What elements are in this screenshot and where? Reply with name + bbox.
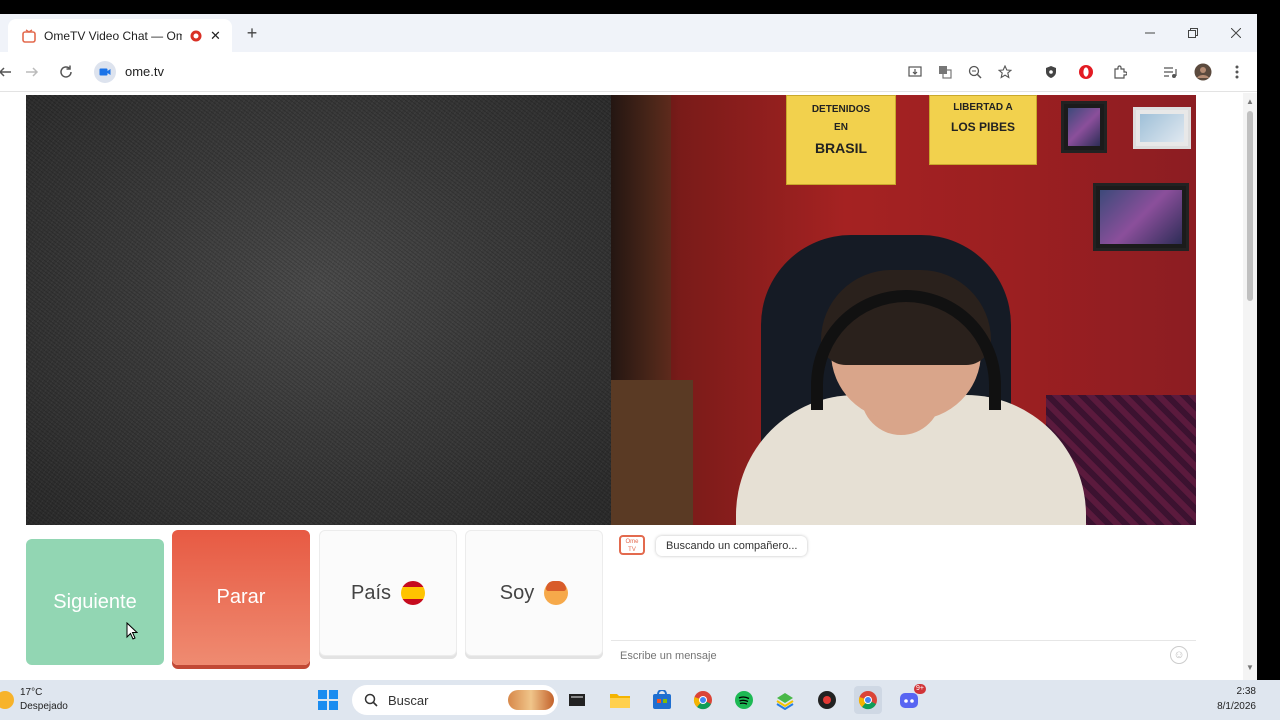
gender-label: Soy bbox=[499, 581, 535, 604]
poster-right-line-2: LOS PIBES bbox=[950, 120, 1015, 134]
weather-temp: 17°C bbox=[20, 687, 43, 698]
tab-title: OmeTV Video Chat — Ome bbox=[44, 28, 182, 43]
reload-icon[interactable] bbox=[55, 61, 77, 83]
close-window-icon[interactable] bbox=[1224, 22, 1248, 44]
restore-icon[interactable] bbox=[1181, 22, 1205, 44]
chat-panel: Ome TV Buscando un compañero... ☺ bbox=[611, 530, 1196, 680]
address-bar[interactable]: ome.tv bbox=[90, 56, 1022, 88]
bookmark-star-icon[interactable] bbox=[994, 61, 1016, 83]
media-control-icon[interactable] bbox=[1159, 61, 1181, 83]
back-icon[interactable] bbox=[0, 61, 16, 83]
url-text[interactable]: ome.tv bbox=[125, 64, 164, 79]
spotify-icon[interactable] bbox=[730, 686, 758, 714]
poster-left-line-3: BRASIL bbox=[814, 140, 868, 156]
wall-photo bbox=[1093, 183, 1189, 251]
page-viewport: DETENIDOS EN BRASIL LIBERTAD A LOS PIBES bbox=[0, 93, 1257, 680]
forward-icon[interactable] bbox=[21, 61, 43, 83]
scroll-up-icon[interactable]: ▲ bbox=[1245, 97, 1255, 107]
search-highlight-image bbox=[508, 690, 554, 710]
scroll-thumb[interactable] bbox=[1247, 111, 1253, 301]
system-clock[interactable]: 2:38 8/1/2026 bbox=[1217, 684, 1256, 714]
gender-button[interactable]: Soy bbox=[465, 530, 603, 656]
wall-photo bbox=[1133, 107, 1191, 149]
opera-extension-icon[interactable] bbox=[1075, 61, 1097, 83]
stop-button[interactable]: Parar bbox=[172, 530, 310, 665]
message-input[interactable] bbox=[611, 640, 1196, 670]
next-button[interactable]: Siguiente bbox=[26, 539, 164, 665]
spain-flag-icon bbox=[401, 581, 426, 605]
poster-right-line-1: LIBERTAD A bbox=[953, 102, 1013, 113]
browser-menu-icon[interactable] bbox=[1226, 61, 1248, 83]
poster-left-line-1: DETENIDOS bbox=[811, 104, 871, 115]
weather-desc: Despejado bbox=[20, 701, 68, 712]
site-camera-icon[interactable] bbox=[94, 61, 116, 83]
new-tab-button[interactable]: + bbox=[243, 24, 261, 42]
translate-icon[interactable] bbox=[934, 61, 956, 83]
discord-icon[interactable]: 9+ bbox=[896, 684, 926, 714]
emoji-icon[interactable]: ☺ bbox=[1170, 646, 1188, 664]
weather-text: 17°C Despejado bbox=[20, 686, 68, 714]
screen: OmeTV Video Chat — Ome ✕ + ome.tv DETENI… bbox=[0, 0, 1280, 720]
task-view-icon[interactable] bbox=[563, 686, 591, 714]
poster-right: LIBERTAD A LOS PIBES bbox=[929, 95, 1037, 165]
profile-avatar-icon[interactable] bbox=[1192, 61, 1214, 83]
desk bbox=[611, 380, 693, 525]
search-icon bbox=[364, 693, 378, 707]
zoom-icon[interactable] bbox=[964, 61, 986, 83]
country-button[interactable]: País bbox=[319, 530, 457, 656]
bluestacks-icon[interactable] bbox=[771, 686, 799, 714]
chrome-icon[interactable] bbox=[689, 686, 717, 714]
next-label: Siguiente bbox=[53, 590, 137, 613]
shield-extension-icon[interactable] bbox=[1040, 61, 1062, 83]
chrome-active-icon[interactable] bbox=[854, 686, 882, 714]
scroll-down-icon[interactable]: ▼ bbox=[1245, 663, 1255, 673]
ometv-logo: Ome TV bbox=[619, 535, 645, 555]
mouse-cursor-icon bbox=[126, 622, 138, 640]
clock-date: 8/1/2026 bbox=[1217, 701, 1256, 712]
file-explorer-icon[interactable] bbox=[606, 686, 634, 714]
taskbar-search[interactable]: Buscar bbox=[352, 685, 558, 715]
install-app-icon[interactable] bbox=[904, 61, 926, 83]
recording-icon bbox=[190, 30, 202, 42]
browser-toolbar: ome.tv bbox=[0, 52, 1257, 92]
tab-close-icon[interactable]: ✕ bbox=[210, 28, 221, 44]
video-noise bbox=[26, 95, 611, 525]
remote-video-feed: DETENIDOS EN BRASIL LIBERTAD A LOS PIBES bbox=[611, 95, 1196, 525]
chat-controls: Siguiente Parar País Soy bbox=[0, 530, 611, 670]
wall-photo bbox=[1061, 101, 1107, 153]
chat-status-message: Buscando un compañero... bbox=[656, 536, 808, 556]
search-label: Buscar bbox=[388, 692, 429, 708]
app-store-icon[interactable] bbox=[648, 686, 676, 714]
poster-left-line-2: EN bbox=[834, 122, 848, 133]
recording-app-icon[interactable] bbox=[813, 686, 841, 714]
extensions-puzzle-icon[interactable] bbox=[1109, 61, 1131, 83]
local-video-feed bbox=[26, 95, 611, 525]
tab-strip: OmeTV Video Chat — Ome ✕ + bbox=[0, 14, 1257, 52]
windows-taskbar: 17°C Despejado Buscar 9+ 2:38 8/1/2026 bbox=[0, 680, 1280, 720]
browser-window: OmeTV Video Chat — Ome ✕ + ome.tv DETENI… bbox=[0, 14, 1257, 680]
minimize-icon[interactable] bbox=[1138, 22, 1162, 44]
moon-weather-icon bbox=[0, 691, 14, 709]
poster-left: DETENIDOS EN BRASIL bbox=[786, 95, 896, 185]
ometv-favicon-icon bbox=[22, 28, 36, 43]
page-scrollbar[interactable]: ▲ ▼ bbox=[1243, 93, 1257, 680]
country-label: País bbox=[350, 581, 392, 604]
stop-label: Parar bbox=[216, 586, 266, 608]
boy-emoji-icon bbox=[544, 581, 569, 605]
tab-ometv[interactable]: OmeTV Video Chat — Ome ✕ bbox=[8, 19, 232, 52]
clock-time: 2:38 bbox=[1236, 686, 1256, 697]
notification-badge: 9+ bbox=[914, 684, 926, 694]
windows-start-icon[interactable] bbox=[314, 686, 342, 714]
weather-widget[interactable]: 17°C Despejado bbox=[0, 684, 68, 716]
